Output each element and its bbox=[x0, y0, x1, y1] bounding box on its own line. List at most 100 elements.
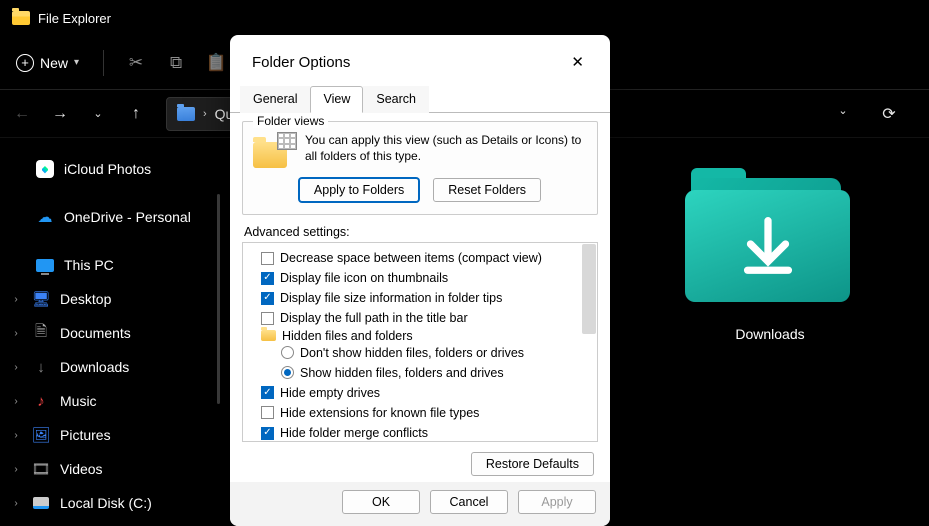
chevron-right-icon[interactable]: › bbox=[10, 430, 22, 441]
sidebar-item-thispc[interactable]: This PC bbox=[0, 248, 220, 282]
restore-defaults-button[interactable]: Restore Defaults bbox=[471, 452, 594, 476]
chevron-right-icon[interactable]: › bbox=[10, 498, 22, 509]
ok-button[interactable]: OK bbox=[342, 490, 420, 514]
folder-views-icon bbox=[253, 134, 295, 168]
dialog-title: Folder Options bbox=[252, 54, 350, 71]
sidebar-item-localdisk[interactable]: › Local Disk (C:) bbox=[0, 486, 220, 520]
onedrive-icon: ☁ bbox=[36, 208, 54, 226]
option-hide-extensions[interactable]: Hide extensions for known file types bbox=[251, 403, 593, 423]
music-icon: ♪ bbox=[32, 392, 50, 410]
sidebar-item-music[interactable]: › ♪ Music bbox=[0, 384, 220, 418]
chevron-right-icon[interactable]: › bbox=[10, 362, 22, 373]
close-button[interactable]: ✕ bbox=[563, 49, 592, 75]
address-dropdown[interactable]: ⌄ bbox=[829, 104, 857, 124]
apply-button[interactable]: Apply bbox=[518, 490, 596, 514]
folder-icon bbox=[261, 330, 276, 341]
sidebar-item-downloads[interactable]: › ↓ Downloads bbox=[0, 350, 220, 384]
chevron-right-icon[interactable]: › bbox=[10, 396, 22, 407]
location-icon bbox=[177, 107, 195, 121]
sidebar-item-label: OneDrive - Personal bbox=[64, 209, 191, 225]
pictures-icon: 🖼 bbox=[32, 426, 50, 444]
sidebar-item-label: Pictures bbox=[60, 427, 111, 443]
folder-views-legend: Folder views bbox=[253, 114, 328, 128]
checkbox[interactable]: ✓ bbox=[261, 272, 274, 285]
tab-general[interactable]: General bbox=[240, 86, 310, 113]
new-button-label: New bbox=[40, 55, 68, 71]
documents-icon: 🗎 bbox=[32, 324, 50, 342]
app-title: File Explorer bbox=[38, 11, 111, 26]
sidebar-item-label: Downloads bbox=[60, 359, 129, 375]
icloud-icon: ◆ bbox=[36, 160, 54, 178]
option-full-path-title[interactable]: Display the full path in the title bar bbox=[251, 308, 593, 328]
checkbox[interactable]: ✓ bbox=[261, 427, 274, 440]
dialog-footer: OK Cancel Apply bbox=[230, 482, 610, 526]
radio[interactable] bbox=[281, 366, 294, 379]
sidebar-item-onedrive[interactable]: ☁ OneDrive - Personal bbox=[0, 200, 220, 234]
sidebar-item-label: Documents bbox=[60, 325, 131, 341]
thispc-icon bbox=[36, 256, 54, 274]
titlebar: File Explorer bbox=[0, 0, 929, 36]
refresh-button[interactable]: ⟳ bbox=[875, 104, 903, 124]
videos-icon: 🎞 bbox=[32, 460, 50, 478]
option-dont-show-hidden[interactable]: Don't show hidden files, folders or driv… bbox=[251, 343, 593, 363]
sidebar-item-label: Desktop bbox=[60, 291, 111, 307]
back-button[interactable]: ← bbox=[8, 105, 36, 123]
chevron-right-icon[interactable]: › bbox=[10, 464, 22, 475]
sidebar-item-documents[interactable]: › 🗎 Documents bbox=[0, 316, 220, 350]
checkbox[interactable] bbox=[261, 312, 274, 325]
tab-view-panel: Folder views You can apply this view (su… bbox=[230, 112, 610, 482]
plus-icon: + bbox=[16, 54, 34, 72]
sidebar-item-pictures[interactable]: › 🖼 Pictures bbox=[0, 418, 220, 452]
chevron-right-icon[interactable]: › bbox=[10, 328, 22, 339]
option-file-size-tips[interactable]: ✓Display file size information in folder… bbox=[251, 288, 593, 308]
tab-view[interactable]: View bbox=[310, 86, 363, 113]
apply-to-folders-button[interactable]: Apply to Folders bbox=[299, 178, 419, 202]
app-icon bbox=[12, 11, 30, 25]
chevron-down-icon: ▾ bbox=[74, 57, 79, 68]
recent-dropdown[interactable]: ⌄ bbox=[84, 107, 112, 120]
paste-icon[interactable]: 📋 bbox=[198, 45, 234, 81]
up-button[interactable]: ↑ bbox=[122, 105, 150, 123]
cancel-button[interactable]: Cancel bbox=[430, 490, 508, 514]
dialog-tabs: General View Search bbox=[230, 85, 610, 112]
checkbox[interactable]: ✓ bbox=[261, 292, 274, 305]
reset-folders-button[interactable]: Reset Folders bbox=[433, 178, 541, 202]
downloads-icon: ↓ bbox=[32, 358, 50, 376]
sidebar-item-icloud[interactable]: ◆ iCloud Photos bbox=[0, 152, 220, 186]
folder-icon bbox=[685, 168, 855, 308]
sidebar-item-desktop[interactable]: › 🖥 Desktop bbox=[0, 282, 220, 316]
separator bbox=[103, 50, 104, 76]
cut-icon[interactable]: ✂ bbox=[118, 45, 154, 81]
folder-views-group: Folder views You can apply this view (su… bbox=[242, 121, 598, 215]
sidebar-item-label: Local Disk (C:) bbox=[60, 495, 152, 511]
option-hide-merge-conflicts[interactable]: ✓Hide folder merge conflicts bbox=[251, 423, 593, 442]
folder-views-desc: You can apply this view (such as Details… bbox=[305, 128, 587, 168]
folder-options-dialog: Folder Options ✕ General View Search Fol… bbox=[230, 35, 610, 526]
advanced-settings-label: Advanced settings: bbox=[244, 225, 598, 239]
new-button[interactable]: + New ▾ bbox=[6, 48, 89, 78]
chevron-right-icon[interactable]: › bbox=[10, 294, 22, 305]
folder-tile-downloads[interactable]: Downloads bbox=[670, 168, 870, 342]
tile-label: Downloads bbox=[735, 326, 804, 342]
checkbox[interactable]: ✓ bbox=[261, 386, 274, 399]
forward-button[interactable]: → bbox=[46, 105, 74, 123]
option-compact-view[interactable]: Decrease space between items (compact vi… bbox=[251, 248, 593, 268]
disk-icon bbox=[32, 494, 50, 512]
sidebar-item-dvd[interactable]: › DVD Drive (D:) CCCOMA_X64FR bbox=[0, 520, 220, 526]
option-group-hidden-files[interactable]: Hidden files and folders bbox=[251, 329, 593, 343]
option-show-hidden[interactable]: Show hidden files, folders and drives bbox=[251, 363, 593, 383]
tab-search[interactable]: Search bbox=[363, 86, 429, 113]
copy-icon[interactable]: ⧉ bbox=[158, 45, 194, 81]
list-scrollbar[interactable] bbox=[582, 244, 596, 334]
checkbox[interactable] bbox=[261, 406, 274, 419]
sidebar-item-label: iCloud Photos bbox=[64, 161, 151, 177]
dialog-titlebar: Folder Options ✕ bbox=[230, 35, 610, 85]
option-hide-empty-drives[interactable]: ✓Hide empty drives bbox=[251, 383, 593, 403]
sidebar-item-label: This PC bbox=[64, 257, 114, 273]
option-file-icon-thumbnails[interactable]: ✓Display file icon on thumbnails bbox=[251, 268, 593, 288]
sidebar-item-videos[interactable]: › 🎞 Videos bbox=[0, 452, 220, 486]
checkbox[interactable] bbox=[261, 252, 274, 265]
radio[interactable] bbox=[281, 346, 294, 359]
sidebar: ◆ iCloud Photos ☁ OneDrive - Personal Th… bbox=[0, 138, 220, 526]
advanced-settings-list[interactable]: Decrease space between items (compact vi… bbox=[242, 242, 598, 442]
